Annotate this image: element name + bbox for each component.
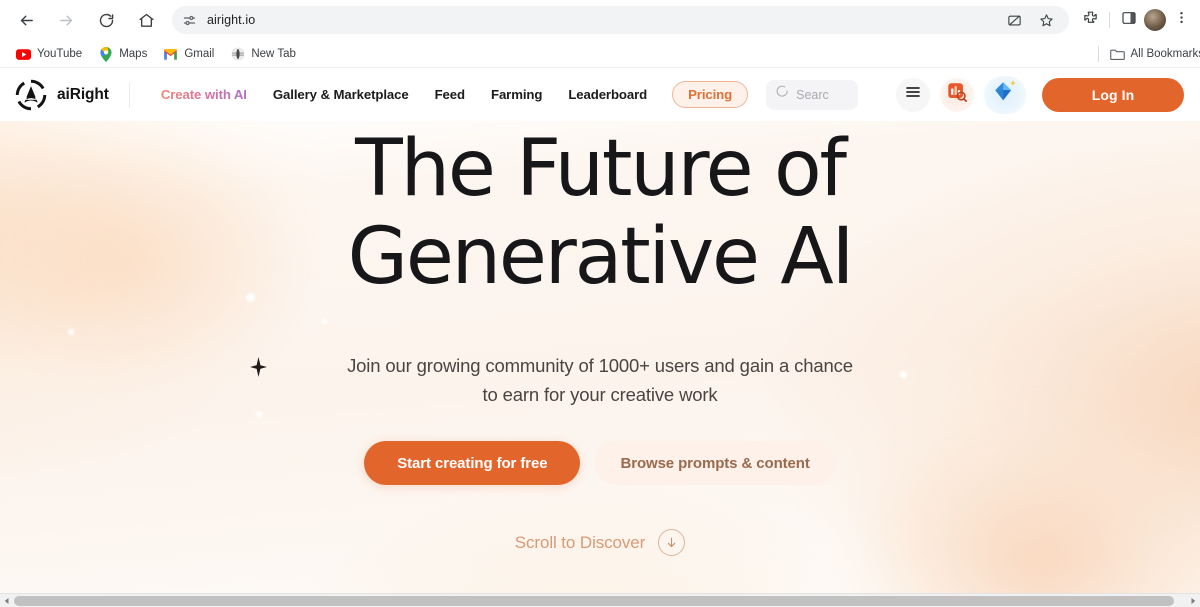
hero-cta-row: Start creating for free Browse prompts &… — [0, 441, 1200, 485]
nav-item-create-with-ai[interactable]: Create with AI — [148, 81, 260, 108]
bookmark-youtube[interactable]: YouTube — [8, 44, 90, 65]
blue-gem-icon — [993, 79, 1017, 110]
page-title: The Future of Generative AI — [0, 125, 1200, 301]
nav-item-farming[interactable]: Farming — [478, 81, 555, 108]
nav-item-gallery-marketplace[interactable]: Gallery & Marketplace — [260, 81, 422, 108]
back-button[interactable] — [10, 4, 42, 36]
image-blocked-icon[interactable] — [1001, 7, 1027, 33]
hero-content: The Future of Generative AI Join our gro… — [0, 121, 1200, 556]
hero-section: The Future of Generative AI Join our gro… — [0, 121, 1200, 607]
bookmark-label: YouTube — [37, 48, 83, 60]
artwork-search-icon — [946, 81, 968, 108]
all-bookmarks-button[interactable]: All Bookmarks — [1097, 40, 1200, 68]
bookmark-maps[interactable]: Maps — [90, 44, 155, 65]
extensions-puzzle-icon — [1082, 9, 1099, 31]
start-creating-button[interactable]: Start creating for free — [364, 441, 581, 485]
artwork-search-button[interactable] — [940, 77, 974, 112]
horizontal-scrollbar[interactable] — [0, 593, 1200, 607]
maps-pin-icon — [98, 46, 113, 62]
horizontal-scrollbar-thumb[interactable] — [14, 596, 1174, 606]
reload-button[interactable] — [90, 4, 122, 36]
gmail-icon — [163, 47, 178, 62]
chrome-menu-icon — [1174, 10, 1189, 30]
bookmark-star-icon[interactable] — [1033, 7, 1059, 33]
address-bar[interactable]: airight.io — [172, 6, 1069, 34]
extensions-button[interactable] — [1077, 7, 1103, 33]
youtube-icon — [16, 47, 31, 62]
subtitle-line-1: Join our growing community of 1000+ user… — [347, 355, 853, 376]
login-button[interactable]: Log In — [1042, 77, 1184, 112]
tune-sliders-icon[interactable] — [182, 13, 197, 28]
site-header: aiRight Create with AI Gallery & Marketp… — [0, 68, 1200, 121]
main-nav: Create with AI Gallery & Marketplace Fee… — [148, 81, 749, 108]
forward-arrow-icon — [58, 12, 75, 29]
profile-button[interactable] — [1142, 7, 1168, 33]
headline-line-1: The Future of — [355, 124, 847, 214]
side-panel-button[interactable] — [1116, 7, 1142, 33]
arrow-down-circle-icon[interactable] — [658, 529, 686, 556]
side-panel-icon — [1121, 10, 1137, 31]
scroll-to-discover[interactable]: Scroll to Discover — [0, 529, 1200, 556]
nav-item-feed[interactable]: Feed — [422, 81, 478, 108]
search-icon — [776, 85, 790, 104]
brand-name: aiRight — [57, 85, 109, 103]
header-actions: Log In — [896, 75, 1184, 114]
scroll-to-discover-label: Scroll to Discover — [514, 532, 646, 552]
bookmark-new-tab[interactable]: New Tab — [222, 44, 304, 65]
hero-subtitle: Join our growing community of 1000+ user… — [0, 351, 1200, 409]
forward-button[interactable] — [50, 4, 82, 36]
web-page-viewport: aiRight Create with AI Gallery & Marketp… — [0, 68, 1200, 607]
back-arrow-icon — [18, 12, 35, 29]
brand-logo[interactable]: aiRight — [14, 78, 109, 112]
scroll-right-arrow-icon[interactable] — [1186, 594, 1200, 607]
bookmark-label: Gmail — [184, 48, 215, 60]
reload-icon — [98, 12, 115, 29]
scroll-left-arrow-icon[interactable] — [0, 594, 14, 607]
hamburger-menu-button[interactable] — [896, 77, 930, 112]
gem-button[interactable] — [984, 75, 1026, 114]
toolbar-divider — [1109, 12, 1110, 28]
browse-prompts-button[interactable]: Browse prompts & content — [594, 441, 836, 485]
home-icon — [138, 12, 155, 29]
airight-circle-a-logo — [14, 78, 48, 112]
profile-avatar — [1144, 9, 1166, 31]
header-divider — [128, 81, 130, 108]
bookmark-label: New Tab — [251, 48, 296, 60]
address-bar-url[interactable]: airight.io — [207, 13, 255, 27]
bookmark-gmail[interactable]: Gmail — [155, 44, 222, 65]
omnibox-actions — [1001, 7, 1059, 33]
nav-item-leaderboard[interactable]: Leaderboard — [555, 81, 660, 108]
home-button[interactable] — [130, 4, 162, 36]
subtitle-line-2: to earn for your creative work — [482, 384, 718, 405]
nav-item-pricing[interactable]: Pricing — [672, 81, 749, 108]
all-bookmarks-label: All Bookmarks — [1130, 48, 1200, 60]
site-search-box[interactable]: Searc — [766, 79, 859, 110]
bookmark-label: Maps — [119, 48, 148, 60]
browser-chrome: airight.io YouTube Maps Gmail New Tab Al… — [0, 0, 1200, 68]
site-search-placeholder: Searc — [796, 87, 829, 102]
browser-toolbar: airight.io — [0, 0, 1200, 40]
headline-line-2: Generative AI — [347, 212, 855, 302]
hamburger-menu-icon — [905, 85, 921, 104]
chrome-menu-button[interactable] — [1168, 7, 1194, 33]
folder-icon — [1109, 47, 1125, 62]
globe-icon — [230, 47, 245, 62]
bookmarks-bar: YouTube Maps Gmail New Tab All Bookmarks — [0, 40, 1200, 68]
